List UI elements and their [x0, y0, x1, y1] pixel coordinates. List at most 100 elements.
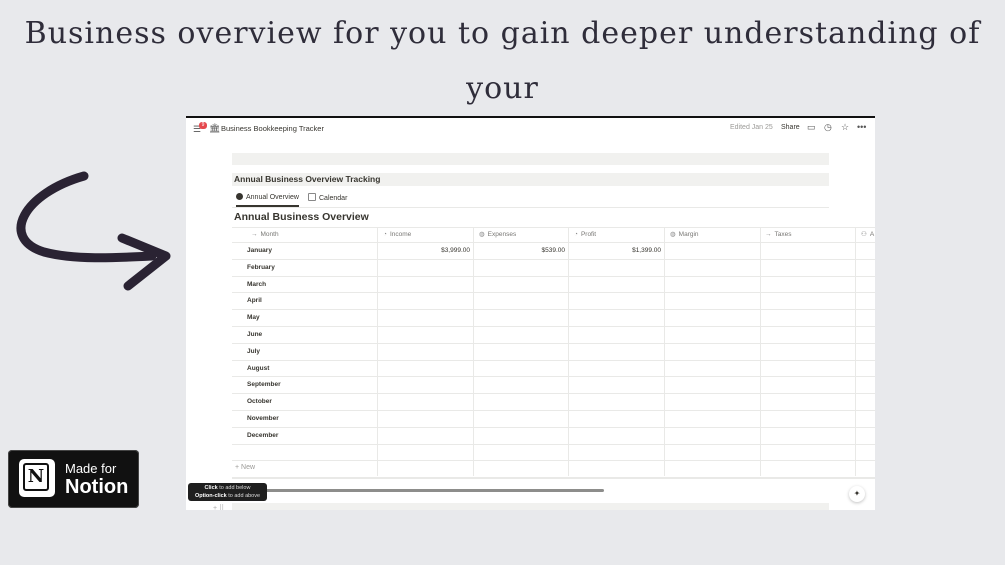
star-icon[interactable]: ☆ [841, 122, 849, 133]
more-icon[interactable]: ••• [857, 122, 866, 132]
month-cell[interactable]: October [247, 394, 367, 410]
tab-calendar[interactable]: Calendar [308, 193, 347, 202]
share-button[interactable]: Share [781, 124, 800, 131]
month-cell[interactable]: September [247, 377, 367, 393]
income-cell[interactable] [378, 277, 470, 293]
expenses-cell[interactable] [474, 377, 565, 393]
month-cell[interactable]: May [247, 310, 367, 326]
column-header-taxes[interactable]: → Taxes [765, 228, 791, 242]
profit-cell[interactable] [569, 293, 661, 309]
column-header-a[interactable]: ⚇ A [861, 228, 874, 242]
month-cell[interactable]: July [247, 344, 367, 360]
made-for-notion-badge: N Made for Notion [8, 450, 139, 508]
add-block-tooltip: Click to add below Option-click to add a… [188, 483, 267, 501]
notion-window: ☰ 9 🏛 Business Bookkeeping Tracker Edite… [186, 116, 875, 510]
table-header: → Month ◔ Income ◍ Expenses ◔ Profit ◍ Margin… [232, 227, 875, 243]
month-cell[interactable]: January [247, 243, 367, 259]
profit-cell[interactable] [569, 277, 661, 293]
table-row[interactable]: February [232, 260, 875, 277]
column-header-month[interactable]: → Month [251, 228, 279, 242]
income-cell[interactable] [378, 327, 470, 343]
profit-cell[interactable] [569, 394, 661, 410]
calendar-icon [308, 193, 316, 201]
table-row[interactable]: June [232, 327, 875, 344]
placeholder-block [232, 503, 829, 510]
income-cell[interactable] [378, 344, 470, 360]
month-cell[interactable]: December [247, 428, 367, 444]
table-row[interactable]: November [232, 411, 875, 428]
table-row[interactable]: April [232, 293, 875, 311]
table-row[interactable]: September [232, 377, 875, 395]
arrow-icon: → [765, 231, 772, 238]
expenses-cell[interactable] [474, 293, 565, 309]
column-divider [377, 227, 378, 477]
month-cell[interactable]: February [247, 260, 367, 276]
income-cell[interactable] [378, 260, 470, 276]
table-row[interactable]: May [232, 310, 875, 327]
expenses-cell[interactable] [474, 260, 565, 276]
ai-sparkle-icon[interactable]: ✦ [849, 486, 865, 502]
profit-cell[interactable] [569, 327, 661, 343]
column-header-profit[interactable]: ◔ Profit [574, 228, 596, 242]
table-row[interactable] [232, 461, 875, 479]
month-cell[interactable]: June [247, 327, 367, 343]
table-row[interactable] [232, 445, 875, 462]
expenses-cell[interactable] [474, 394, 565, 410]
expenses-cell[interactable] [474, 411, 565, 427]
month-cell[interactable]: November [247, 411, 367, 427]
income-cell[interactable] [378, 411, 470, 427]
income-cell[interactable] [378, 428, 470, 444]
expenses-cell[interactable] [474, 277, 565, 293]
column-divider [473, 227, 474, 477]
clock-icon[interactable]: ◷ [824, 122, 832, 133]
profit-cell[interactable] [569, 411, 661, 427]
page-title[interactable]: Business Bookkeeping Tracker [221, 124, 324, 133]
column-divider [760, 227, 761, 477]
expenses-cell[interactable] [474, 310, 565, 326]
profit-cell[interactable] [569, 428, 661, 444]
expenses-cell[interactable] [474, 327, 565, 343]
horizontal-scrollbar[interactable] [258, 489, 604, 492]
formula-icon: ◔ [574, 231, 578, 238]
badge-brand: Notion [65, 476, 129, 498]
database-title: Annual Business Overview [234, 211, 369, 223]
month-cell[interactable]: August [247, 361, 367, 377]
income-cell[interactable] [378, 310, 470, 326]
expenses-cell[interactable] [474, 428, 565, 444]
month-cell[interactable]: March [247, 277, 367, 293]
bank-icon: 🏛 [209, 123, 221, 133]
column-header-income[interactable]: ◔ Income [383, 228, 411, 242]
income-cell[interactable]: $3,999.00 [378, 243, 470, 259]
table-row[interactable]: August [232, 361, 875, 378]
month-cell[interactable]: April [247, 293, 367, 309]
column-header-margin[interactable]: ◍ Margin [670, 228, 699, 242]
divider [232, 478, 875, 479]
expenses-cell[interactable] [474, 344, 565, 360]
income-cell[interactable] [378, 361, 470, 377]
add-block-handle[interactable]: + ⠿ [213, 504, 224, 510]
table-row[interactable]: December [232, 428, 875, 445]
profit-cell[interactable] [569, 344, 661, 360]
table-row[interactable]: July [232, 344, 875, 361]
profit-cell[interactable] [569, 377, 661, 393]
income-cell[interactable] [378, 293, 470, 309]
comment-icon[interactable]: ▭ [807, 122, 816, 133]
income-cell[interactable] [378, 377, 470, 393]
view-tabs: Annual Overview Calendar [232, 190, 829, 208]
income-cell[interactable] [378, 394, 470, 410]
formula-icon: ◔ [383, 231, 387, 238]
profit-cell[interactable]: $1,399.00 [569, 243, 661, 259]
tab-annual-overview[interactable]: Annual Overview [236, 193, 299, 207]
table-row[interactable]: January $3,999.00 $539.00 $1,399.00 [232, 243, 875, 260]
top-bar: ☰ 9 🏛 Business Bookkeeping Tracker Edite… [186, 118, 875, 140]
new-row-button[interactable]: + New [235, 464, 255, 471]
column-header-expenses[interactable]: ◍ Expenses [479, 228, 516, 242]
profit-cell[interactable] [569, 361, 661, 377]
profit-cell[interactable] [569, 310, 661, 326]
expenses-cell[interactable]: $539.00 [474, 243, 566, 259]
table-row[interactable]: March [232, 277, 875, 294]
profit-cell[interactable] [569, 260, 661, 276]
expenses-cell[interactable] [474, 361, 565, 377]
rollup-icon: ◍ [479, 231, 485, 238]
table-row[interactable]: October [232, 394, 875, 411]
